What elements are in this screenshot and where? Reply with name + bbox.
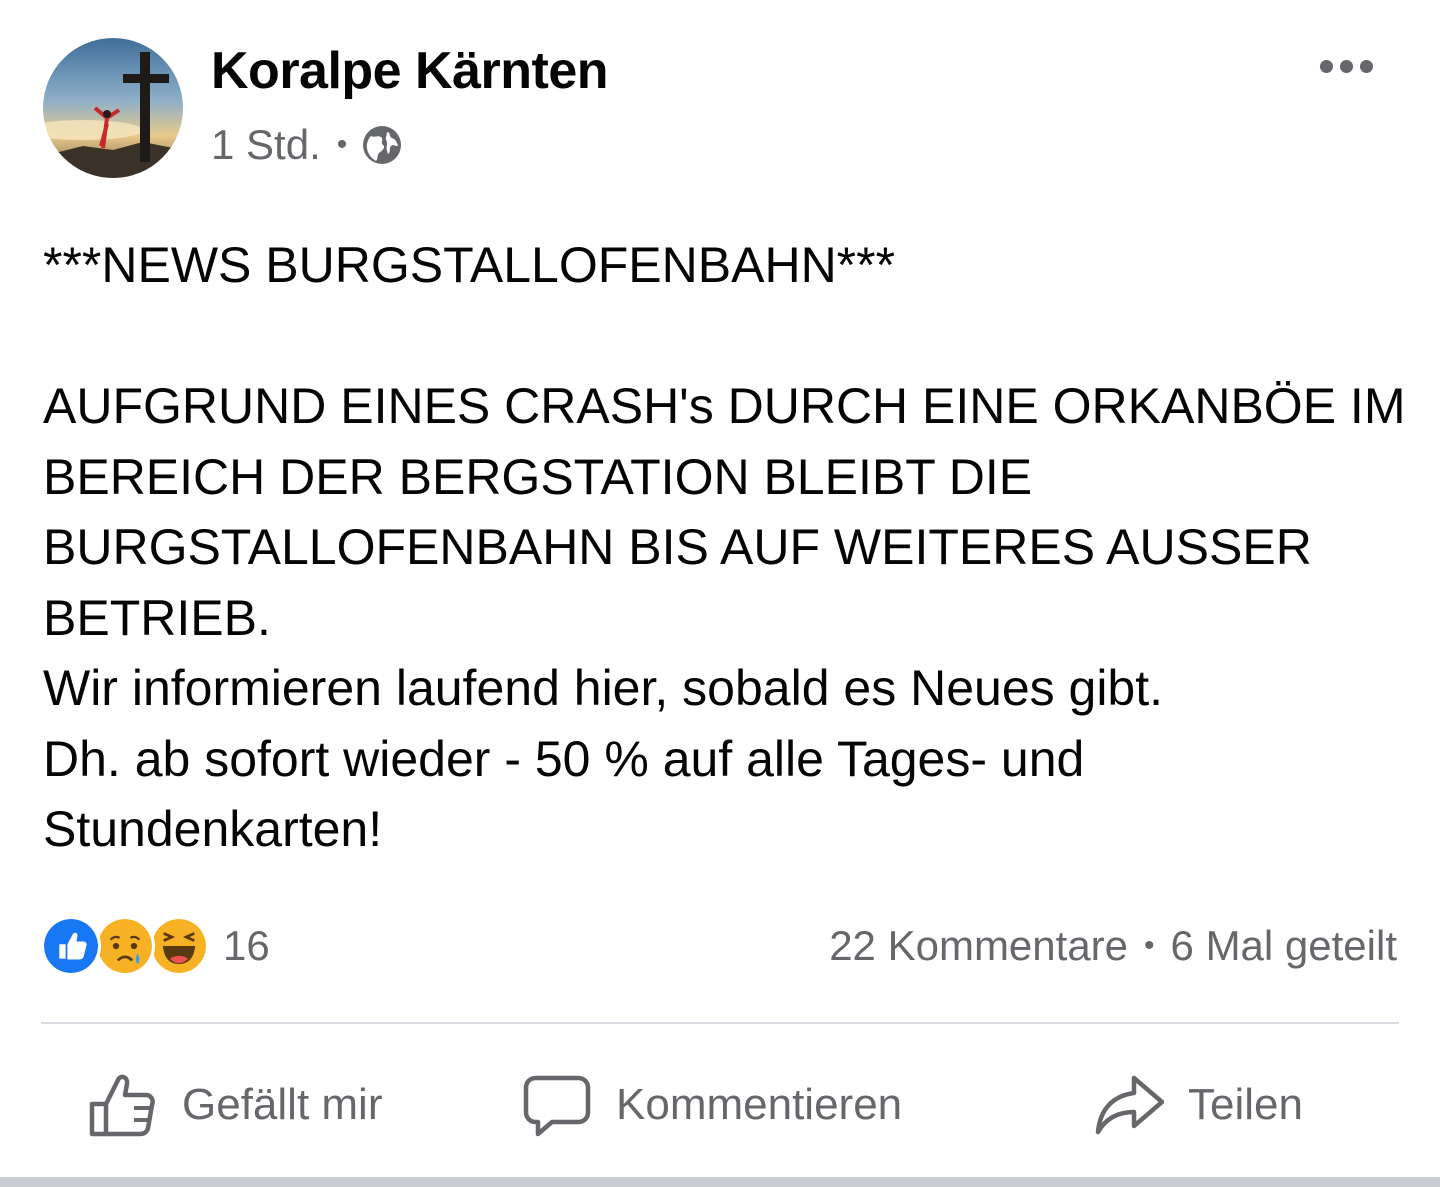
post-timestamp[interactable]: 1 Std.	[211, 121, 321, 169]
thumbs-up-icon	[89, 1074, 155, 1137]
counts-separator: •	[1144, 929, 1155, 962]
more-dot	[1319, 59, 1333, 73]
like-reaction-icon	[41, 916, 101, 976]
share-arrow-icon	[1095, 1075, 1164, 1135]
reactions-summary[interactable]: 16	[41, 916, 270, 976]
action-bar: Gefällt mir Kommentieren Teilen	[0, 1050, 1440, 1160]
like-button[interactable]: Gefällt mir	[88, 1050, 382, 1160]
more-dot	[1359, 59, 1373, 73]
shares-count[interactable]: 6 Mal geteilt	[1171, 922, 1397, 970]
post-meta: 1 Std. •	[211, 119, 403, 171]
share-button[interactable]: Teilen	[1094, 1050, 1303, 1160]
share-label: Teilen	[1188, 1080, 1303, 1129]
comment-label: Kommentieren	[616, 1080, 903, 1129]
globe-icon	[361, 124, 403, 166]
avatar-image	[43, 38, 183, 178]
engagement-counts: 22 Kommentare • 6 Mal geteilt	[829, 916, 1397, 976]
comment-button[interactable]: Kommentieren	[522, 1050, 902, 1160]
haha-reaction-icon	[149, 916, 209, 976]
divider	[41, 1022, 1399, 1024]
reaction-count: 16	[223, 922, 270, 969]
more-dot	[1339, 59, 1353, 73]
comment-bubble-icon	[523, 1075, 591, 1137]
like-label: Gefällt mir	[182, 1080, 383, 1129]
bottom-separator	[0, 1177, 1440, 1187]
page-name[interactable]: Koralpe Kärnten	[211, 38, 609, 104]
post-text: ***NEWS BURGSTALLOFENBAHN*** AUFGRUND EI…	[43, 237, 1406, 857]
more-options-icon[interactable]	[1310, 44, 1382, 88]
meta-separator: •	[336, 128, 348, 161]
comments-count[interactable]: 22 Kommentare	[829, 922, 1128, 970]
sad-reaction-icon	[95, 916, 155, 976]
page-avatar[interactable]	[43, 38, 183, 178]
